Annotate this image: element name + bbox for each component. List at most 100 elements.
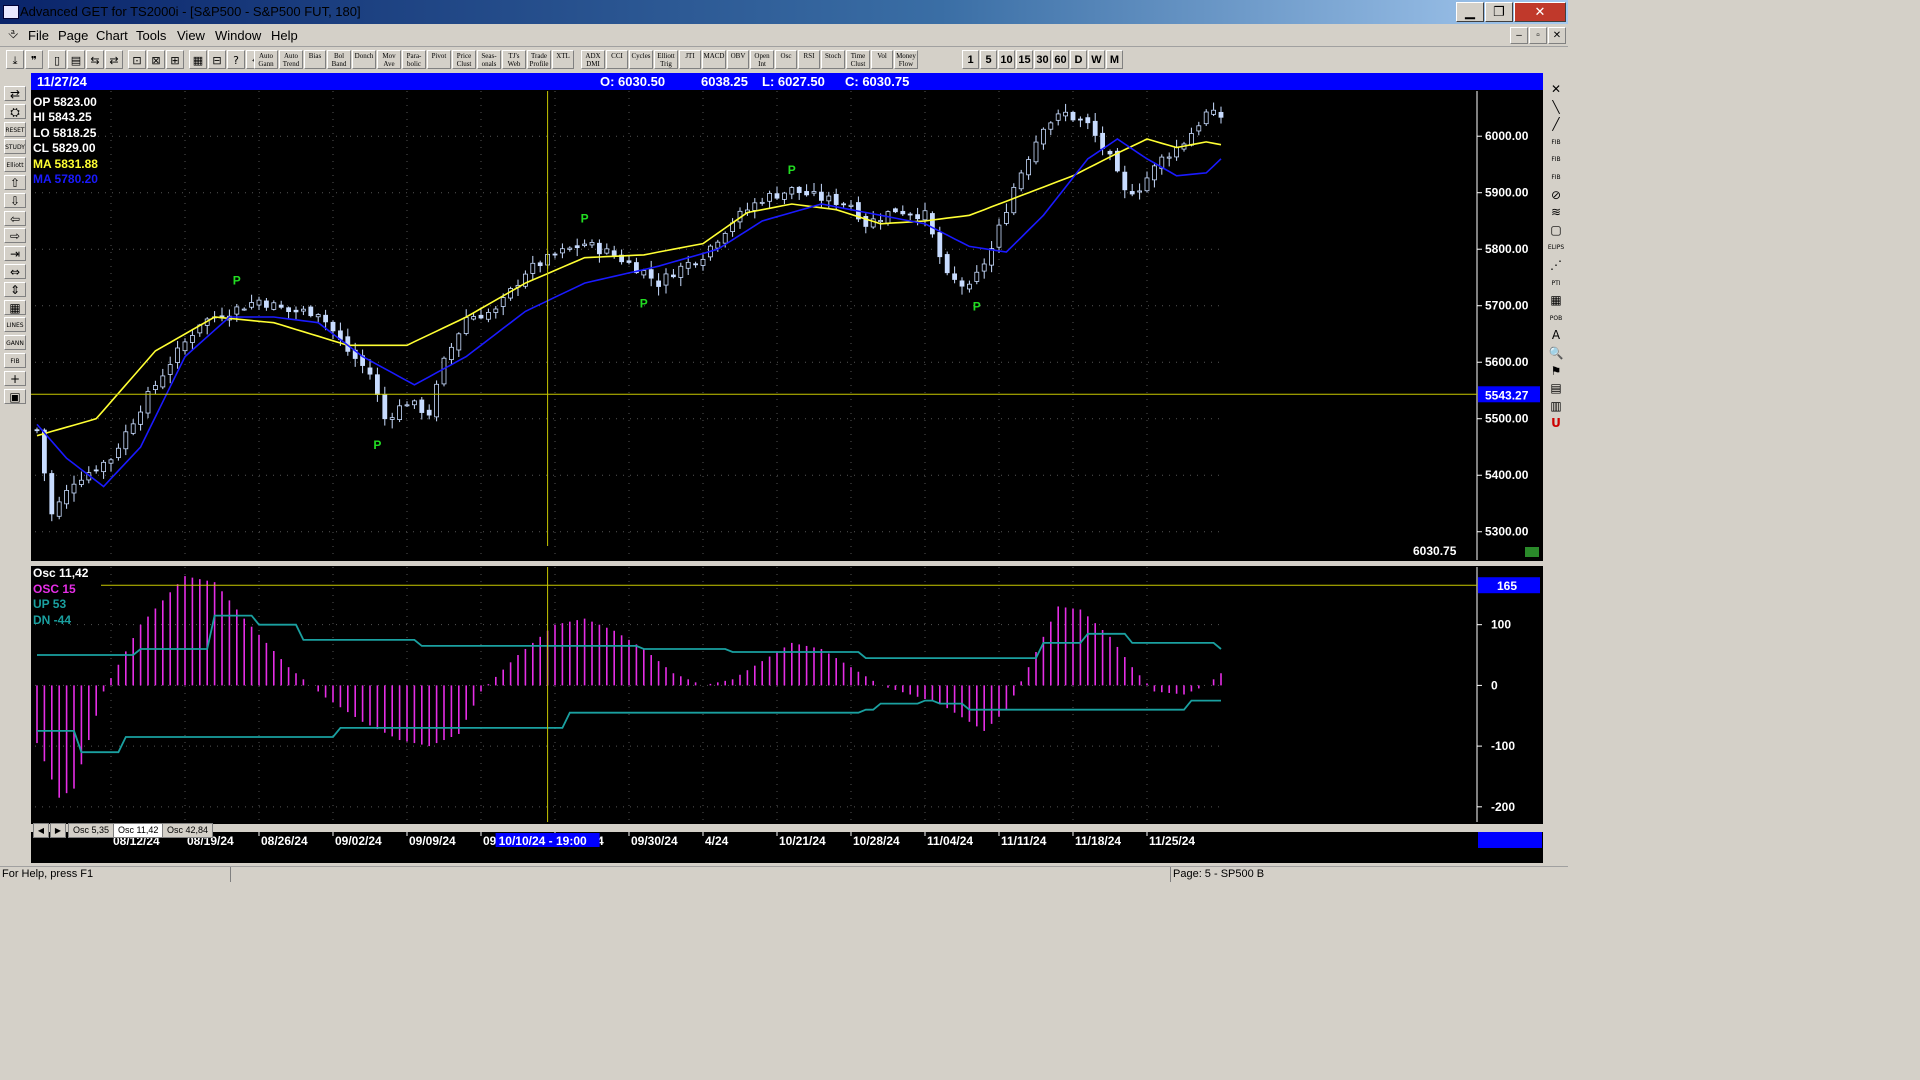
period-button-m[interactable]: M <box>1106 50 1123 69</box>
left-tool-5[interactable]: ⇧ <box>4 175 26 190</box>
left-tool-7[interactable]: ⇦ <box>4 210 26 226</box>
right-tool-16[interactable]: ⚑ <box>1546 364 1566 379</box>
left-tool-9[interactable]: ⇥ <box>4 246 26 262</box>
menu-view[interactable]: View <box>177 28 205 43</box>
left-tool-17[interactable]: ▣ <box>4 388 26 404</box>
study-button-bol-band[interactable]: Bol Band <box>327 50 351 69</box>
close-button[interactable]: ✕ <box>1514 2 1566 22</box>
right-tool-18[interactable]: ▥ <box>1546 399 1566 414</box>
tab-scroll-left[interactable]: ◀ <box>33 823 49 838</box>
left-tool-14[interactable]: GANN <box>4 335 26 351</box>
right-tool-15[interactable]: 🔍 <box>1546 346 1566 361</box>
toolbar-icon-2[interactable]: ▯ <box>48 50 66 69</box>
study-button-mov-ave[interactable]: Mov Ave <box>377 50 401 69</box>
app-icon[interactable] <box>3 5 19 19</box>
study-button-adx-dmi[interactable]: ADX DMI <box>581 50 605 69</box>
menu-page[interactable]: Page <box>58 28 88 43</box>
right-tool-11[interactable]: PTI <box>1546 276 1566 291</box>
right-tool-12[interactable]: ▦ <box>1546 293 1566 308</box>
study-button-osc[interactable]: Osc <box>775 50 797 69</box>
right-tool-14[interactable]: A <box>1546 328 1566 343</box>
left-tool-16[interactable]: + <box>4 370 26 386</box>
mdi-restore-button[interactable]: ▫ <box>1529 27 1547 44</box>
left-tool-1[interactable]: ⛭ <box>4 103 26 119</box>
left-tool-15[interactable]: FIB <box>4 353 26 368</box>
right-tool-7[interactable]: ≋ <box>1546 205 1566 220</box>
left-tool-2[interactable]: RESET <box>4 121 26 137</box>
tab-osc-42-84[interactable]: Osc 42,84 <box>162 823 214 838</box>
study-button-trade-profile[interactable]: Trade Profile <box>527 50 551 69</box>
mdi-close-button[interactable]: ✕ <box>1548 27 1566 44</box>
tab-osc-11-42[interactable]: Osc 11,42 <box>113 823 164 838</box>
toolbar-icon-11[interactable]: ? <box>227 50 245 69</box>
study-button-rsi[interactable]: RSI <box>798 50 820 69</box>
right-tool-5[interactable]: FIB TIME <box>1546 170 1566 185</box>
right-tool-8[interactable]: ▢ <box>1546 223 1566 238</box>
left-tool-8[interactable]: ⇨ <box>4 228 26 244</box>
period-button-10[interactable]: 10 <box>998 50 1015 69</box>
study-button-donch[interactable]: Donch <box>352 50 376 69</box>
mdi-minimize-button[interactable]: – <box>1510 27 1528 44</box>
left-tool-4[interactable]: Elliott <box>4 157 26 173</box>
toolbar-icon-10[interactable]: ⊟ <box>208 50 226 69</box>
period-button-d[interactable]: D <box>1070 50 1087 69</box>
left-tool-0[interactable]: ⇄ <box>4 86 26 101</box>
toolbar-icon-9[interactable]: ▦ <box>189 50 207 69</box>
left-tool-10[interactable]: ⇔ <box>4 264 26 279</box>
study-button-pivot[interactable]: Pivot <box>427 50 451 69</box>
tab-scroll-right[interactable]: ▶ <box>50 823 66 838</box>
right-tool-9[interactable]: ELIPS <box>1546 240 1566 255</box>
minimize-button[interactable]: ▁ <box>1456 2 1484 22</box>
study-button-auto-trend[interactable]: Auto Trend <box>279 50 303 69</box>
toolbar-icon-7[interactable]: ⊠ <box>147 50 165 69</box>
study-button-auto-gann[interactable]: Auto Gann <box>254 50 278 69</box>
right-tool-17[interactable]: ▤ <box>1546 381 1566 396</box>
right-tool-0[interactable]: ✕ <box>1546 82 1566 97</box>
right-tool-1[interactable]: ╲ <box>1546 100 1566 115</box>
right-tool-3[interactable]: FIB RET <box>1546 135 1566 150</box>
left-tool-12[interactable]: ▦ <box>4 299 26 315</box>
menu-help[interactable]: Help <box>271 28 298 43</box>
period-button-15[interactable]: 15 <box>1016 50 1033 69</box>
right-tool-6[interactable]: ⊘ <box>1546 188 1566 203</box>
menu-chart[interactable]: Chart <box>96 28 128 43</box>
toolbar-icon-3[interactable]: ▤ <box>67 50 85 69</box>
study-button-money-flow[interactable]: Money Flow <box>894 50 918 69</box>
right-tool-13[interactable]: POB <box>1546 311 1566 326</box>
left-tool-6[interactable]: ⇩ <box>4 192 26 208</box>
toolbar-icon-6[interactable]: ⊡ <box>128 50 146 69</box>
left-tool-11[interactable]: ⇕ <box>4 281 26 297</box>
toolbar-icon-1[interactable]: ❞ <box>25 50 43 69</box>
menu-window[interactable]: Window <box>215 28 261 43</box>
study-button-time-clust[interactable]: Time Clust <box>846 50 870 69</box>
study-button-para-bolic[interactable]: Para- bolic <box>402 50 426 69</box>
right-tool-10[interactable]: ⋰ <box>1546 258 1566 273</box>
chart-canvas[interactable]: 6000.00 5900.00 5800.00 5700.00 5600.00 5500.… <box>31 91 1543 863</box>
left-tool-3[interactable]: STUDY <box>4 139 26 155</box>
study-button-obv[interactable]: OBV <box>727 50 749 69</box>
study-button-stoch[interactable]: Stoch <box>821 50 845 69</box>
study-button-macd[interactable]: MACD <box>702 50 726 69</box>
study-button-vol[interactable]: Vol <box>871 50 893 69</box>
tab-osc-5-35[interactable]: Osc 5,35 <box>68 823 115 838</box>
period-button-1[interactable]: 1 <box>962 50 979 69</box>
toolbar-icon-8[interactable]: ⊞ <box>166 50 184 69</box>
menu-tools[interactable]: Tools <box>136 28 166 43</box>
period-button-30[interactable]: 30 <box>1034 50 1051 69</box>
maximize-button[interactable]: ❐ <box>1485 2 1513 22</box>
right-tool-2[interactable]: ╱ <box>1546 117 1566 132</box>
study-button-cci[interactable]: CCI <box>606 50 628 69</box>
toolbar-icon-0[interactable]: ⤓ <box>6 50 24 69</box>
toolbar-icon-5[interactable]: ⇄ <box>105 50 123 69</box>
study-button-xtl[interactable]: XTL <box>552 50 574 69</box>
period-button-5[interactable]: 5 <box>980 50 997 69</box>
period-button-w[interactable]: W <box>1088 50 1105 69</box>
study-button-tj-s-web[interactable]: TJ's Web <box>502 50 526 69</box>
study-button-elliott-trig[interactable]: Elliott Trig <box>654 50 678 69</box>
menu-file[interactable]: File <box>28 28 49 43</box>
study-button-seas-onals[interactable]: Seas- onals <box>477 50 501 69</box>
study-button-bias[interactable]: Bias <box>304 50 326 69</box>
period-button-60[interactable]: 60 <box>1052 50 1069 69</box>
right-tool-4[interactable]: FIB EXT <box>1546 152 1566 167</box>
document-icon[interactable]: ⎀ <box>8 27 18 42</box>
